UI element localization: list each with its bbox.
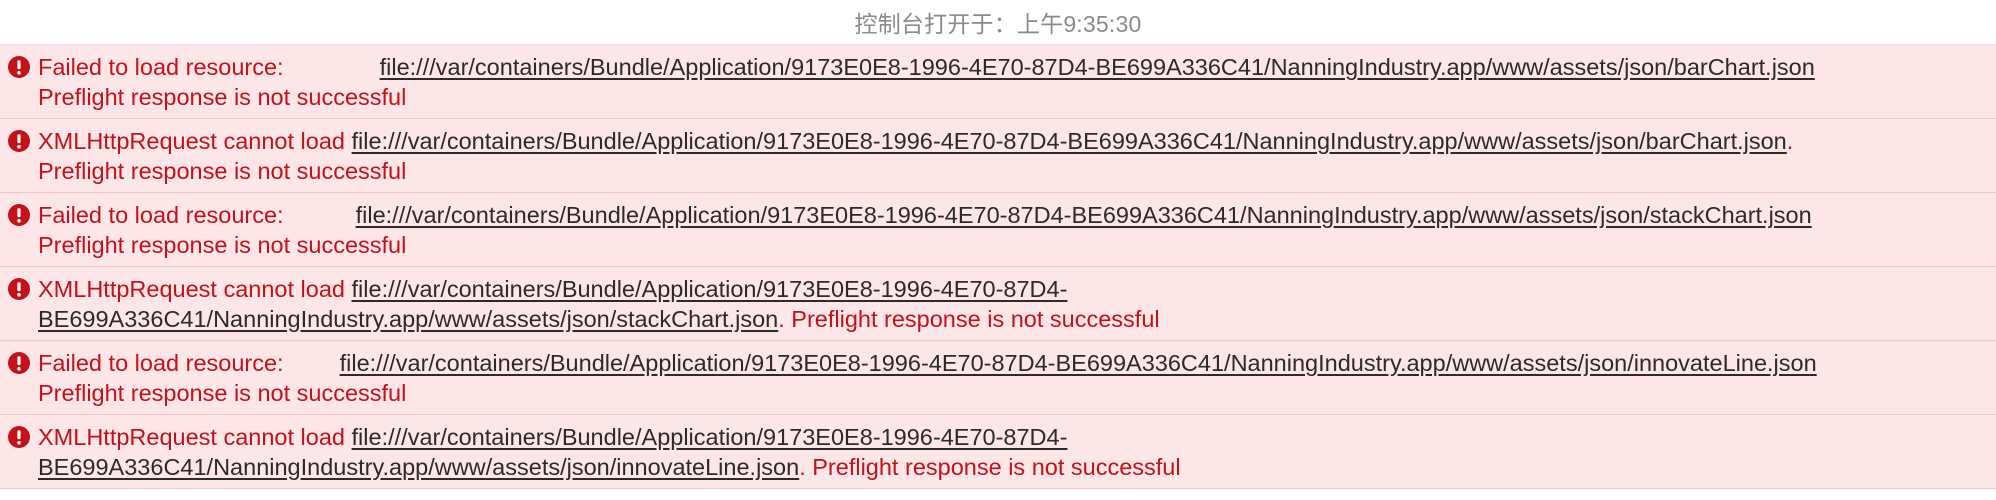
error-icon — [8, 352, 30, 374]
error-detail: Preflight response is not successful — [38, 83, 407, 110]
error-prefix: Failed to load resource: — [38, 350, 284, 376]
error-detail-line: BE699A336C41/NanningIndustry.app/www/ass… — [38, 305, 1974, 335]
error-icon — [8, 130, 30, 152]
console-error-entry[interactable]: XMLHttpRequest cannot load file:///var/c… — [0, 119, 1996, 193]
error-prefix: Failed to load resource: — [38, 54, 284, 80]
error-detail: Preflight response is not successful — [38, 231, 407, 258]
resource-url-link-continued[interactable]: BE699A336C41/NanningIndustry.app/www/ass… — [38, 306, 778, 332]
resource-url-link[interactable]: file:///var/containers/Bundle/Applicatio… — [352, 128, 1787, 154]
error-detail: Preflight response is not successful — [38, 157, 407, 184]
console-error-entry[interactable]: Failed to load resource: file:///var/cont… — [0, 193, 1996, 267]
error-message: XMLHttpRequest cannot load file:///var/c… — [38, 275, 1974, 334]
resource-url-link-continued[interactable]: BE699A336C41/NanningIndustry.app/www/ass… — [38, 454, 799, 480]
console-error-entry[interactable]: Failed to load resource: file:///var/cont… — [0, 45, 1996, 119]
url-punctuation: . — [778, 305, 785, 332]
console-error-entry[interactable]: XMLHttpRequest cannot load file:///var/c… — [0, 267, 1996, 341]
error-icon — [8, 426, 30, 448]
error-icon — [8, 278, 30, 300]
web-inspector-console: 控制台打开于：上午9:35:30 Failed to load resource… — [0, 0, 1996, 500]
resource-url-link[interactable]: file:///var/containers/Bundle/Applicatio… — [352, 276, 1068, 302]
error-message: Failed to load resource: file:///var/cont… — [38, 349, 1974, 408]
error-detail: Preflight response is not successful — [38, 379, 407, 406]
error-message: XMLHttpRequest cannot load file:///var/c… — [38, 127, 1974, 186]
error-icon — [8, 204, 30, 226]
error-detail: Preflight response is not successful — [791, 305, 1160, 332]
error-prefix: XMLHttpRequest cannot load — [38, 128, 345, 154]
url-punctuation: . — [799, 453, 806, 480]
error-detail: Preflight response is not successful — [812, 453, 1181, 480]
error-prefix: XMLHttpRequest cannot load — [38, 276, 345, 302]
console-error-entry[interactable]: XMLHttpRequest cannot load file:///var/c… — [0, 415, 1996, 489]
error-detail-line: BE699A336C41/NanningIndustry.app/www/ass… — [38, 453, 1974, 483]
error-prefix: XMLHttpRequest cannot load — [38, 424, 345, 450]
resource-url-link[interactable]: file:///var/containers/Bundle/Applicatio… — [356, 202, 1812, 228]
console-opened-timestamp: 控制台打开于：上午9:35:30 — [854, 11, 1142, 37]
error-icon — [8, 56, 30, 78]
url-punctuation: . — [1786, 128, 1794, 154]
resource-url-link[interactable]: file:///var/containers/Bundle/Applicatio… — [340, 350, 1817, 376]
error-message: Failed to load resource: file:///var/cont… — [38, 53, 1974, 112]
console-log-list: Failed to load resource: file:///var/cont… — [0, 45, 1996, 489]
resource-url-link[interactable]: file:///var/containers/Bundle/Applicatio… — [352, 424, 1068, 450]
console-error-entry[interactable]: Failed to load resource: file:///var/cont… — [0, 341, 1996, 415]
error-message: Failed to load resource: file:///var/cont… — [38, 201, 1974, 260]
error-prefix: Failed to load resource: — [38, 202, 284, 228]
error-message: XMLHttpRequest cannot load file:///var/c… — [38, 423, 1974, 482]
resource-url-link[interactable]: file:///var/containers/Bundle/Applicatio… — [380, 54, 1815, 80]
console-opened-header: 控制台打开于：上午9:35:30 — [0, 0, 1996, 45]
